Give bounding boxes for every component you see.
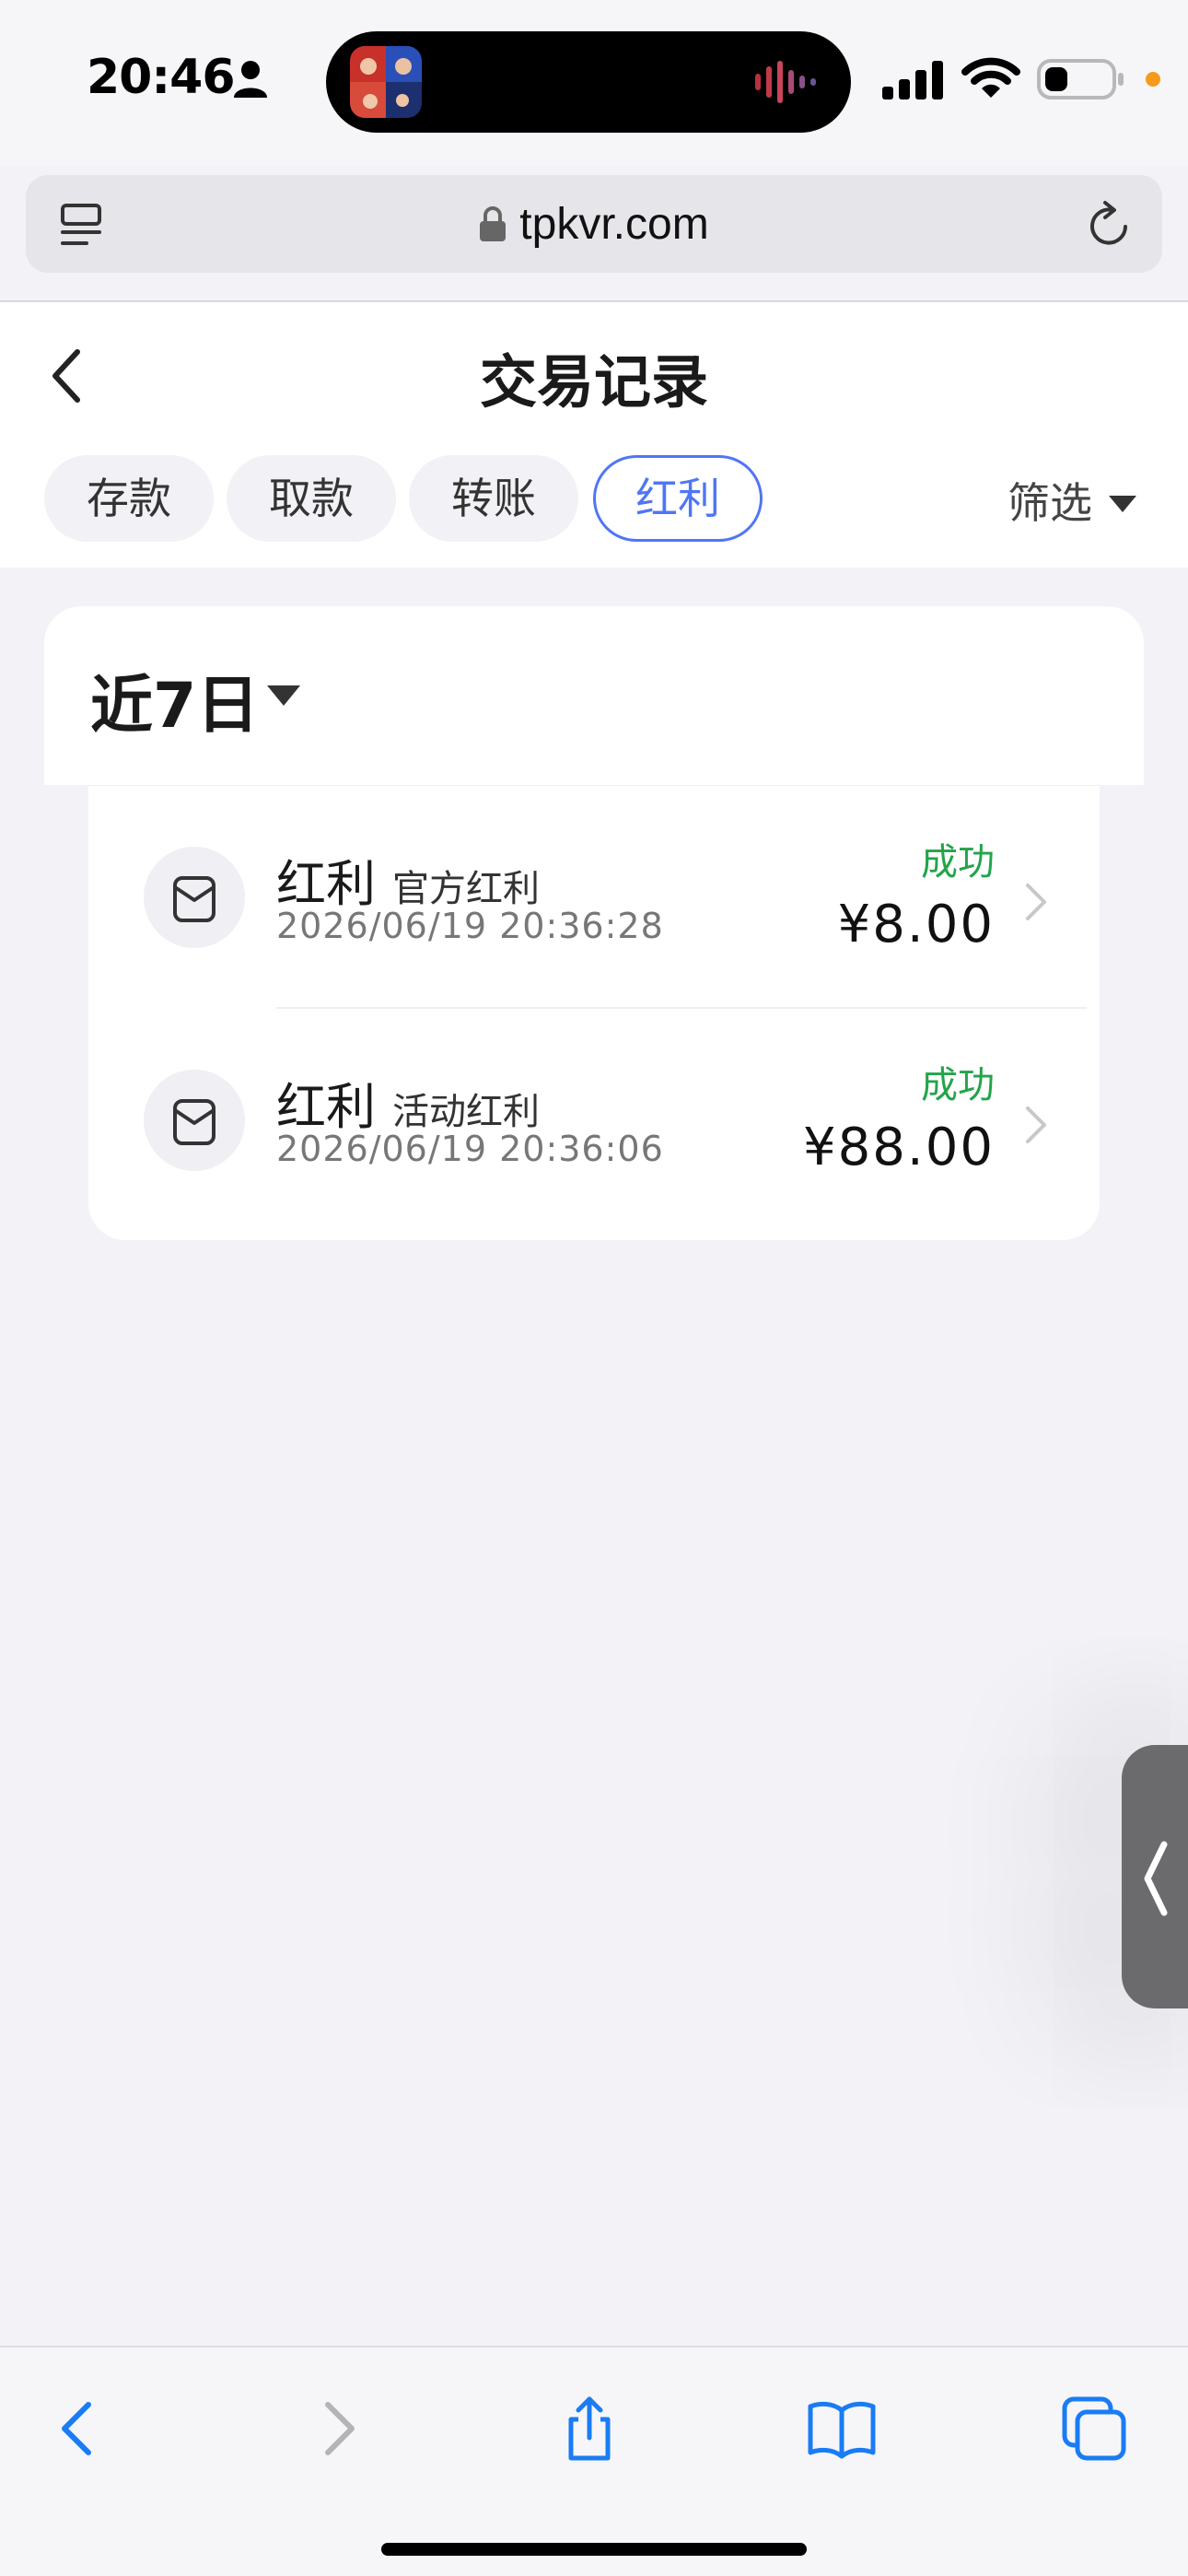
- privacy-indicator: [1146, 72, 1160, 87]
- status-label: 成功: [921, 1064, 995, 1107]
- date-range-selector[interactable]: 近7日: [44, 606, 1144, 785]
- forward-arrow-icon[interactable]: [300, 2392, 374, 2465]
- transaction-icon: [144, 1070, 245, 1171]
- now-playing-artwork[interactable]: [350, 46, 422, 118]
- caret-down-icon: [1109, 496, 1136, 512]
- status-time: 20:46: [87, 50, 236, 105]
- signal-icon: [882, 61, 943, 100]
- wallet-icon: [173, 876, 215, 922]
- wallet-icon: [173, 1099, 215, 1145]
- date-range-label: 近7日: [90, 670, 260, 743]
- status-bar: 20:46: [0, 0, 1188, 166]
- tab-withdraw[interactable]: 取款: [227, 455, 396, 542]
- tab-bonus[interactable]: 红利: [593, 455, 763, 542]
- transaction-icon: [144, 847, 245, 948]
- status-label: 成功: [921, 841, 995, 884]
- home-indicator[interactable]: [381, 2543, 807, 2556]
- back-arrow-icon[interactable]: [42, 2392, 116, 2465]
- address-bar[interactable]: tpkvr.com: [26, 175, 1162, 273]
- list-item[interactable]: 红利 活动红利 2026/06/19 20:36:06 成功 ¥88.00: [88, 1009, 1100, 1230]
- person-icon: [234, 61, 267, 98]
- transaction-subtitle: 活动红利: [392, 1091, 540, 1133]
- tab-deposit[interactable]: 存款: [44, 455, 214, 542]
- chevron-right-icon: [1026, 1107, 1046, 1143]
- transaction-amount: ¥88.00: [803, 1118, 995, 1177]
- page-title: 交易记录: [479, 348, 708, 416]
- lock-icon: [480, 206, 507, 241]
- battery-icon: [1037, 59, 1124, 100]
- filter-label: 筛选: [1007, 478, 1092, 528]
- tabs-icon[interactable]: [1057, 2392, 1131, 2465]
- url-text: tpkvr.com: [519, 200, 709, 249]
- chevron-right-icon: [1026, 884, 1046, 920]
- audio-wave-icon: [755, 61, 816, 103]
- url-display[interactable]: tpkvr.com: [26, 199, 1162, 250]
- browser-toolbar: [0, 2346, 1188, 2576]
- transaction-list: 红利 官方红利 2026/06/19 20:36:28 成功 ¥8.00 红利 活动…: [88, 785, 1100, 1240]
- transaction-amount: ¥8.00: [837, 895, 995, 954]
- filter-button[interactable]: 筛选: [1007, 470, 1136, 531]
- page-header: 交易记录 存款 取款 转账 红利 筛选: [0, 302, 1188, 568]
- wifi-icon: [961, 57, 1020, 98]
- chevron-left-icon: [1144, 1841, 1168, 1916]
- transaction-date: 2026/06/19 20:36:28: [276, 906, 664, 946]
- bookmarks-icon[interactable]: [805, 2392, 879, 2465]
- reload-icon[interactable]: [1085, 199, 1135, 251]
- caret-down-icon: [267, 685, 300, 706]
- side-panel-handle[interactable]: [1122, 1745, 1188, 2008]
- tab-transfer[interactable]: 转账: [409, 455, 578, 542]
- share-icon[interactable]: [553, 2392, 626, 2465]
- dynamic-island[interactable]: [326, 31, 851, 133]
- list-item[interactable]: 红利 官方红利 2026/06/19 20:36:28 成功 ¥8.00: [88, 786, 1100, 1009]
- transaction-subtitle: 官方红利: [392, 868, 540, 910]
- transaction-date: 2026/06/19 20:36:06: [276, 1129, 664, 1169]
